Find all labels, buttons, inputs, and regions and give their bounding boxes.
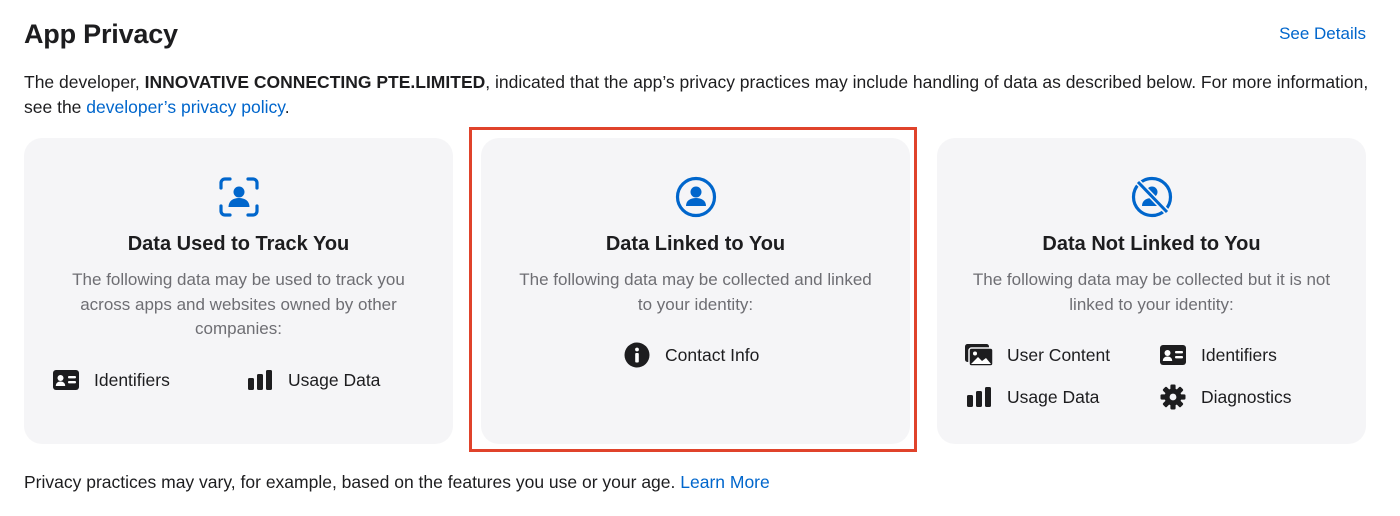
person-tracking-icon xyxy=(218,176,260,220)
list-item-identifiers: Identifiers xyxy=(52,366,170,394)
list-item-usage-data: Usage Data xyxy=(965,383,1099,411)
intro-prefix: The developer, xyxy=(24,72,145,92)
item-label: Usage Data xyxy=(1007,386,1100,407)
id-card-icon xyxy=(1159,341,1187,369)
photos-icon xyxy=(965,341,993,369)
info-circle-icon xyxy=(623,341,651,369)
list-item-user-content: User Content xyxy=(965,341,1110,369)
page-title: App Privacy xyxy=(24,18,178,49)
list-item-diagnostics: Diagnostics xyxy=(1159,383,1291,411)
item-label: Usage Data xyxy=(288,369,381,390)
gear-icon xyxy=(1159,383,1187,411)
card-title: Data Linked to You xyxy=(605,233,786,255)
item-label: User Content xyxy=(1007,344,1111,365)
list-item-identifiers: Identifiers xyxy=(1159,341,1277,369)
developer-name: INNOVATIVE CONNECTING PTE.LIMITED xyxy=(144,72,486,92)
card-data-linked-to-you: Data Linked to You The following data ma… xyxy=(481,138,910,444)
item-label: Identifiers xyxy=(94,369,170,390)
card-data-not-linked-to-you: Data Not Linked to You The following dat… xyxy=(937,138,1366,444)
list-item-usage-data: Usage Data xyxy=(246,366,380,394)
list-item-contact-info: Contact Info xyxy=(623,341,759,369)
item-label: Identifiers xyxy=(1201,344,1277,365)
header: App Privacy See Details xyxy=(24,12,1366,56)
id-card-icon xyxy=(52,366,80,394)
item-label: Contact Info xyxy=(665,344,760,365)
card-description: The following data may be collected and … xyxy=(519,270,872,314)
footer-note: Privacy practices may vary, for example,… xyxy=(24,472,770,493)
person-circle-icon xyxy=(675,176,717,220)
privacy-policy-link[interactable]: developer’s privacy policy xyxy=(86,97,284,117)
card-data-used-to-track-you: Data Used to Track You The following dat… xyxy=(24,138,453,444)
see-details-link[interactable]: See Details xyxy=(1279,24,1366,44)
learn-more-link[interactable]: Learn More xyxy=(680,472,770,492)
item-label: Diagnostics xyxy=(1201,386,1292,407)
bar-chart-icon xyxy=(965,383,993,411)
intro-text: The developer, INNOVATIVE CONNECTING PTE… xyxy=(24,70,1369,119)
person-slash-icon xyxy=(1131,176,1173,220)
card-title: Data Not Linked to You xyxy=(1042,233,1261,255)
bar-chart-icon xyxy=(246,366,274,394)
card-description: The following data may be used to track … xyxy=(72,270,405,338)
intro-suffix: . xyxy=(284,96,290,117)
footer-text: Privacy practices may vary, for example,… xyxy=(24,472,681,492)
card-description: The following data may be collected but … xyxy=(972,270,1331,314)
card-title: Data Used to Track You xyxy=(127,233,350,255)
